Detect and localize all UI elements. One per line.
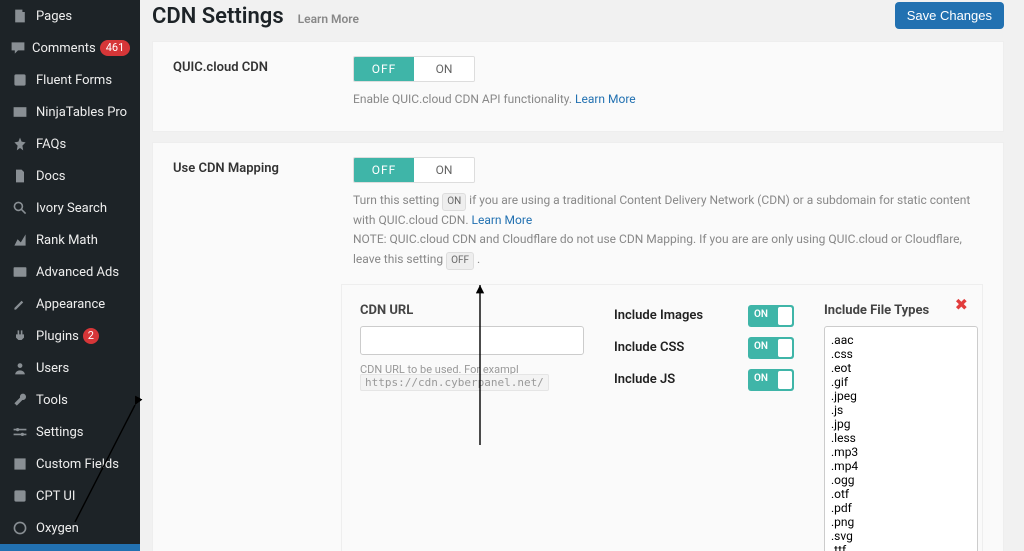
sidebar-item-tools[interactable]: Tools bbox=[0, 384, 140, 416]
learn-more-link[interactable]: Learn More bbox=[298, 12, 359, 26]
toggle-on[interactable]: ON bbox=[414, 158, 474, 182]
cdn-url-example: https://cdn.cyberpanel.net/ bbox=[360, 374, 549, 391]
settings-icon bbox=[10, 422, 30, 442]
toggle-on[interactable]: ON bbox=[414, 57, 474, 81]
sidebar-item-label: Pages bbox=[36, 9, 72, 24]
sidebar-item-ninjatables[interactable]: NinjaTables Pro bbox=[0, 96, 140, 128]
cdn-mapping-description: Turn this setting ON if you are using a … bbox=[353, 191, 983, 269]
users-icon bbox=[10, 358, 30, 378]
custom-fields-icon bbox=[10, 454, 30, 474]
quic-cdn-description: Enable QUIC.cloud CDN API functionality.… bbox=[353, 90, 983, 109]
save-changes-button[interactable]: Save Changes bbox=[895, 2, 1004, 29]
sidebar-item-cpt-ui[interactable]: CPT UI bbox=[0, 480, 140, 512]
sidebar-item-litespeed-cache[interactable]: LiteSpeed Cache bbox=[0, 544, 140, 551]
sidebar-item-appearance[interactable]: Appearance bbox=[0, 288, 140, 320]
include-js-toggle[interactable]: ON bbox=[748, 369, 794, 391]
pin-icon bbox=[10, 134, 30, 154]
advanced-ads-icon bbox=[10, 262, 30, 282]
include-css-label: Include CSS bbox=[614, 340, 684, 355]
sidebar-item-label: Custom Fields bbox=[36, 457, 119, 472]
comments-icon bbox=[10, 38, 26, 58]
sidebar-item-label: Comments bbox=[32, 41, 96, 56]
cdn-url-input[interactable] bbox=[360, 326, 584, 355]
off-tag: OFF bbox=[446, 252, 474, 270]
fluent-forms-icon bbox=[10, 70, 30, 90]
oxygen-icon bbox=[10, 518, 30, 538]
sidebar-item-label: Docs bbox=[36, 169, 65, 184]
on-tag: ON bbox=[442, 193, 466, 211]
toggle-off[interactable]: OFF bbox=[354, 57, 414, 81]
sidebar-item-advanced-ads[interactable]: Advanced Ads bbox=[0, 256, 140, 288]
sidebar-item-settings[interactable]: Settings bbox=[0, 416, 140, 448]
cdn-mapping-toggle[interactable]: OFF ON bbox=[353, 157, 475, 183]
sidebar-item-rank-math[interactable]: Rank Math bbox=[0, 224, 140, 256]
sidebar-item-label: Advanced Ads bbox=[36, 265, 119, 280]
sidebar-item-pages[interactable]: Pages bbox=[0, 0, 140, 32]
sidebar-item-label: Users bbox=[36, 361, 69, 376]
docs-icon bbox=[10, 166, 30, 186]
cdn-mapping-section: Use CDN Mapping OFF ON Turn this setting… bbox=[152, 142, 1004, 551]
learn-more-link[interactable]: Learn More bbox=[575, 92, 636, 106]
main-content: CDN SettingsLearn More Save Changes QUIC… bbox=[140, 0, 1024, 551]
sidebar-item-oxygen[interactable]: Oxygen bbox=[0, 512, 140, 544]
cpt-ui-icon bbox=[10, 486, 30, 506]
quic-cdn-section: QUIC.cloud CDN OFF ON Enable QUIC.cloud … bbox=[152, 41, 1004, 132]
sidebar-item-comments[interactable]: Comments 461 bbox=[0, 32, 140, 64]
cdn-mapping-label: Use CDN Mapping bbox=[173, 157, 353, 176]
learn-more-link[interactable]: Learn More bbox=[472, 213, 533, 227]
toggle-off[interactable]: OFF bbox=[354, 158, 414, 182]
sidebar-item-label: Fluent Forms bbox=[36, 73, 112, 88]
sidebar-item-label: Plugins bbox=[36, 329, 79, 344]
sidebar-item-faqs[interactable]: FAQs bbox=[0, 128, 140, 160]
remove-mapping-icon[interactable]: ✖ bbox=[955, 295, 968, 314]
admin-sidebar: Pages Comments 461 Fluent Forms NinjaTabl… bbox=[0, 0, 140, 551]
sidebar-item-docs[interactable]: Docs bbox=[0, 160, 140, 192]
sidebar-item-label: Appearance bbox=[36, 297, 105, 312]
include-css-toggle[interactable]: ON bbox=[748, 337, 794, 359]
search-icon bbox=[10, 198, 30, 218]
include-filetypes-textarea[interactable] bbox=[824, 326, 978, 551]
sidebar-item-plugins[interactable]: Plugins 2 bbox=[0, 320, 140, 352]
appearance-icon bbox=[10, 294, 30, 314]
cdn-mapping-config-box: ✖ CDN URL CDN URL to be used. For exampl… bbox=[341, 284, 983, 551]
include-images-toggle[interactable]: ON bbox=[748, 305, 794, 327]
sidebar-item-label: NinjaTables Pro bbox=[36, 105, 127, 120]
plugins-update-badge: 2 bbox=[83, 328, 99, 344]
ninjatables-icon bbox=[10, 102, 30, 122]
page-title: CDN SettingsLearn More bbox=[152, 4, 359, 29]
sidebar-item-users[interactable]: Users bbox=[0, 352, 140, 384]
comments-count-badge: 461 bbox=[100, 40, 131, 56]
cdn-url-hint: CDN URL to be used. For examplhttps://cd… bbox=[360, 363, 584, 389]
sidebar-item-label: Rank Math bbox=[36, 233, 98, 248]
sidebar-item-label: CPT UI bbox=[36, 489, 75, 504]
sidebar-item-ivory-search[interactable]: Ivory Search bbox=[0, 192, 140, 224]
sidebar-item-custom-fields[interactable]: Custom Fields bbox=[0, 448, 140, 480]
quic-cdn-toggle[interactable]: OFF ON bbox=[353, 56, 475, 82]
quic-cdn-label: QUIC.cloud CDN bbox=[173, 56, 353, 75]
include-images-label: Include Images bbox=[614, 308, 703, 323]
include-js-label: Include JS bbox=[614, 372, 675, 387]
sidebar-item-label: FAQs bbox=[36, 137, 66, 152]
sidebar-item-fluent-forms[interactable]: Fluent Forms bbox=[0, 64, 140, 96]
pages-icon bbox=[10, 6, 30, 26]
sidebar-item-label: Tools bbox=[36, 393, 68, 408]
rank-math-icon bbox=[10, 230, 30, 250]
plugins-icon bbox=[10, 326, 30, 346]
cdn-url-label: CDN URL bbox=[360, 303, 584, 318]
tools-icon bbox=[10, 390, 30, 410]
sidebar-item-label: Ivory Search bbox=[36, 201, 107, 216]
sidebar-item-label: Settings bbox=[36, 425, 83, 440]
sidebar-item-label: Oxygen bbox=[36, 521, 79, 536]
